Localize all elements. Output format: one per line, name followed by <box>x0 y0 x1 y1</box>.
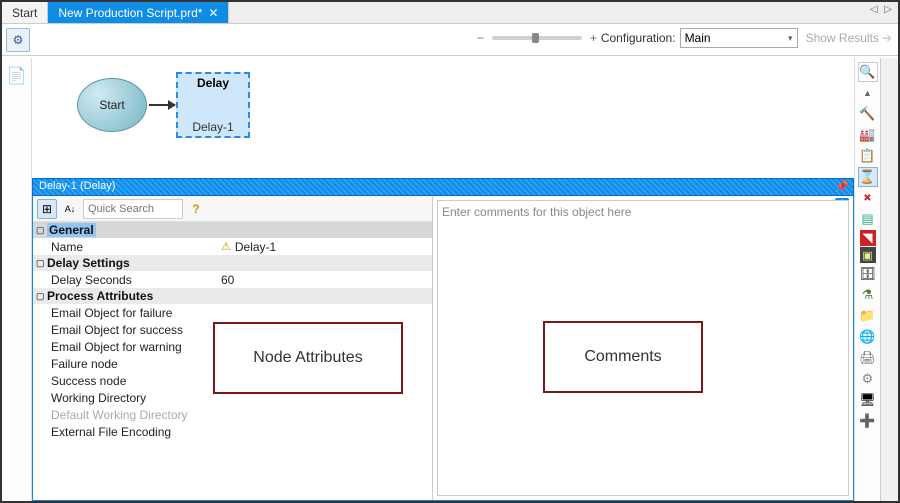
monitor-icon[interactable]: 🖥 <box>858 390 878 410</box>
tab-prev-icon[interactable]: ◁ <box>870 4 878 15</box>
vertical-scrollbar[interactable] <box>880 58 898 501</box>
table-icon[interactable]: ▤ <box>858 209 878 229</box>
help-button[interactable]: ? <box>186 199 206 219</box>
zoom-minus[interactable]: − <box>477 31 484 45</box>
folder-icon[interactable]: 📁 <box>858 306 878 326</box>
property-list-pane: ⊞ A↓ ? ▢General Name⚠Delay-1 ▢Delay Sett… <box>33 196 433 500</box>
panel-header[interactable]: Delay-1 (Delay) 📌 <box>32 178 854 196</box>
start-node-label: Start <box>99 98 124 112</box>
properties-panel: Delay-1 (Delay) 📌 ⊞ A↓ ? ▢General Name⚠D… <box>32 178 854 501</box>
left-gutter: 📄 <box>2 58 32 501</box>
prop-failure-node[interactable]: Failure node <box>33 355 432 372</box>
comments-pane: i Enter comments for this object here Co… <box>433 196 853 500</box>
prop-email-failure[interactable]: Email Object for failure <box>33 304 432 321</box>
clipboard-icon[interactable]: 📋 <box>858 146 878 166</box>
quick-search-input[interactable] <box>83 199 183 219</box>
terminal-icon[interactable]: ▣ <box>860 247 876 263</box>
tab-next-icon[interactable]: ▷ <box>884 4 892 15</box>
zoom-slider[interactable] <box>492 36 582 40</box>
settings-icon[interactable]: ⚙ <box>858 369 878 389</box>
configuration-select[interactable]: Main ▾ <box>680 28 798 48</box>
main-area: 📄 Start Delay Delay-1 Delay-1 (Delay) 📌 … <box>2 58 898 501</box>
prop-name[interactable]: Name⚠Delay-1 <box>33 238 432 255</box>
hourglass-icon[interactable]: ⌛ <box>858 167 878 187</box>
prop-delay-seconds[interactable]: Delay Seconds60 <box>33 271 432 288</box>
prop-success-node[interactable]: Success node <box>33 372 432 389</box>
print-icon[interactable]: 🖨 <box>858 348 878 368</box>
gear-icon: ⚙ <box>13 33 24 47</box>
tab-nav-arrows: ◁ ▷ <box>866 4 892 15</box>
filter-icon[interactable]: ⚗ <box>858 285 878 305</box>
prop-external-encoding[interactable]: External File Encoding <box>33 423 432 440</box>
canvas-wrap: Start Delay Delay-1 Delay-1 (Delay) 📌 ⊞ … <box>32 58 854 501</box>
configuration-value: Main <box>685 31 711 45</box>
prop-email-success[interactable]: Email Object for success <box>33 321 432 338</box>
toolbar: ⚙ − + Configuration: Main ▾ Show Results… <box>2 24 898 56</box>
sort-icon: A↓ <box>65 204 76 214</box>
comments-textarea[interactable]: Enter comments for this object here Comm… <box>437 200 849 496</box>
add-icon[interactable]: ➕ <box>858 411 878 431</box>
delay-node-name: Delay-1 <box>178 120 248 134</box>
property-list[interactable]: ▢General Name⚠Delay-1 ▢Delay Settings De… <box>33 222 432 500</box>
tab-active-label: New Production Script.prd* <box>58 6 202 20</box>
pin-icon[interactable]: 📌 <box>835 180 849 193</box>
configuration-label: Configuration: <box>601 31 676 45</box>
help-icon: ? <box>192 202 199 216</box>
tab-active-file[interactable]: New Production Script.prd* ✕ <box>48 2 229 23</box>
zoom-plus[interactable]: + <box>590 31 597 45</box>
prop-default-working-dir: Default Working Directory <box>33 406 432 423</box>
tab-start[interactable]: Start <box>2 2 48 23</box>
arrow-icon: ➔ <box>882 31 892 45</box>
document-icon[interactable]: 📄 <box>7 68 27 85</box>
prop-email-warning[interactable]: Email Object for warning <box>33 338 432 355</box>
globe-icon[interactable]: 🌐 <box>858 327 878 347</box>
group-process-attributes[interactable]: ▢Process Attributes <box>33 288 432 304</box>
search-tool-icon[interactable]: 🔍 <box>858 62 878 82</box>
group-delay-settings[interactable]: ▢Delay Settings <box>33 255 432 271</box>
database-icon[interactable]: 🗄 <box>858 264 878 284</box>
factory-icon[interactable]: 🏭 <box>858 125 878 145</box>
chevron-down-icon: ▾ <box>788 33 793 44</box>
tab-bar: Start New Production Script.prd* ✕ ◁ ▷ <box>2 2 898 24</box>
delete-icon[interactable]: ✖ <box>858 188 878 208</box>
delay-node[interactable]: Delay Delay-1 <box>176 72 250 138</box>
build-icon[interactable]: 🔨 <box>858 104 878 124</box>
close-icon[interactable]: ✕ <box>208 6 218 20</box>
panel-title: Delay-1 (Delay) <box>39 180 115 192</box>
categorize-button[interactable]: ⊞ <box>37 199 57 219</box>
zoom-thumb[interactable] <box>532 33 539 43</box>
flag-icon[interactable]: ◥ <box>860 230 876 246</box>
delay-node-title: Delay <box>178 76 248 90</box>
start-node[interactable]: Start <box>77 78 147 132</box>
sort-az-button[interactable]: A↓ <box>60 199 80 219</box>
triangle-icon[interactable]: ▲ <box>858 83 878 103</box>
grid-icon: ⊞ <box>42 202 52 216</box>
comments-placeholder: Enter comments for this object here <box>442 205 631 219</box>
panel-body: ⊞ A↓ ? ▢General Name⚠Delay-1 ▢Delay Sett… <box>32 196 854 501</box>
group-general[interactable]: ▢General <box>33 222 432 238</box>
settings-button[interactable]: ⚙ <box>6 28 30 52</box>
prop-working-dir[interactable]: Working Directory <box>33 389 432 406</box>
property-toolbar: ⊞ A↓ ? <box>33 196 432 222</box>
right-toolbar: 🔍 ▲ 🔨 🏭 📋 ⌛ ✖ ▤ ◥ ▣ 🗄 ⚗ 📁 🌐 🖨 ⚙ 🖥 ➕ <box>854 58 880 501</box>
show-results-button[interactable]: Show Results ➔ <box>806 31 892 45</box>
annotation-comments: Comments <box>543 321 703 393</box>
connector-arrow[interactable] <box>149 104 175 106</box>
